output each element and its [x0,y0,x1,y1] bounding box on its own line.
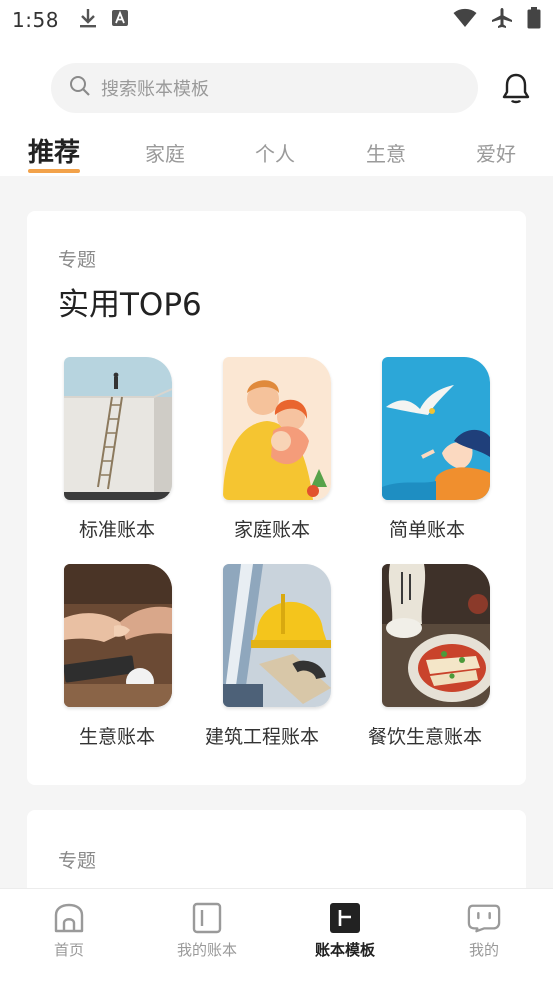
nav-profile[interactable]: 我的 [424,901,544,960]
status-bar: 1:58 [0,0,553,40]
search-input[interactable]: 搜索账本模板 [51,63,478,113]
home-icon [52,901,86,935]
card-title: 实用TOP6 [58,287,202,323]
nav-my-books[interactable]: 我的账本 [147,901,267,960]
family-hug-image [223,357,331,500]
wifi-icon [453,8,477,32]
nav-home[interactable]: 首页 [9,901,129,960]
handshake-image [64,564,172,707]
template-item-label: 餐饮生意账本 [367,726,482,748]
search-row: 搜索账本模板 [0,62,553,114]
profile-face-icon [467,901,501,935]
template-item-label: 简单账本 [388,519,465,541]
notification-bell-icon[interactable] [498,70,534,106]
bottom-navigation: 首页 我的账本 账本模板 我的 [0,888,553,984]
template-icon [328,901,362,935]
tab-personal[interactable]: 个人 [255,138,295,167]
search-placeholder: 搜索账本模板 [101,79,209,100]
card-kicker: 专题 [58,850,97,872]
template-item-label: 标准账本 [78,519,155,541]
book-icon [190,901,224,935]
nav-label: 我的 [468,941,499,959]
seagull-sea-image [382,357,490,500]
card-kicker: 专题 [58,249,97,271]
airplane-icon [491,7,513,33]
battery-icon [527,7,541,33]
tab-family[interactable]: 家庭 [145,138,185,167]
nav-label: 账本模板 [314,941,375,959]
search-icon [69,75,91,101]
tab-label: 推荐 [28,138,81,168]
category-tabs: 推荐 家庭 个人 生意 爱好 [0,130,553,174]
tab-active-underline [28,169,81,173]
nav-templates[interactable]: 账本模板 [285,901,405,960]
ladder-wall-image [64,357,172,500]
topic-card: 专题 实用TOP6 标准账本 家庭账本 简单账本 生意账本 建筑工程账本 餐饮生… [27,211,526,785]
nav-label: 我的账本 [176,941,237,959]
hardhat-blueprint-image [223,564,331,707]
font-a-icon [111,9,129,31]
food-dish-image [382,564,490,707]
template-item-label: 家庭账本 [233,519,310,541]
tab-recommend[interactable]: 推荐 [28,132,81,173]
tab-business[interactable]: 生意 [366,138,406,167]
nav-label: 首页 [53,941,84,959]
download-icon [79,8,97,32]
status-time: 1:58 [12,8,59,32]
tab-hobby[interactable]: 爱好 [476,138,516,167]
